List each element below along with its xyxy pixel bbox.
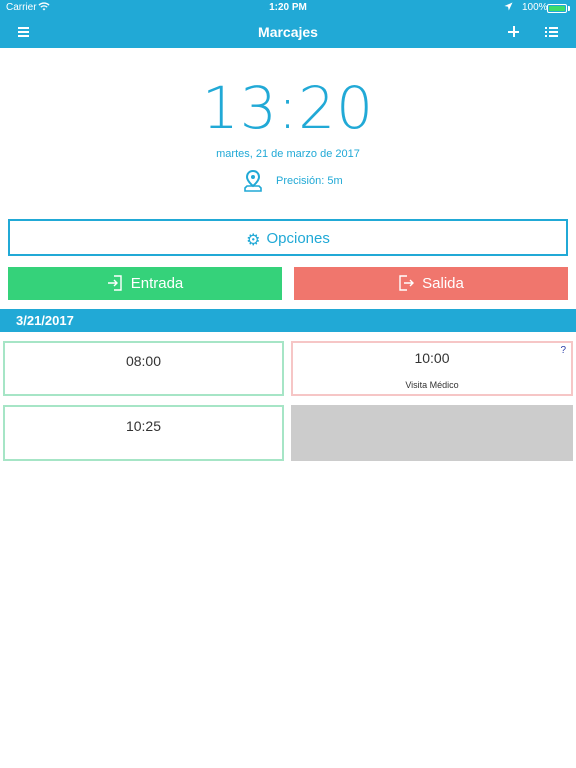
record-time: 10:00 [414, 350, 450, 366]
options-button[interactable]: ⚙ Opciones [8, 219, 568, 256]
clock-time: 13:20 [201, 74, 375, 142]
question-mark-icon[interactable]: ? [560, 345, 566, 356]
record-card[interactable]: 08:00 [3, 341, 284, 396]
page-title: Marcajes [258, 24, 318, 40]
options-label: Opciones [266, 230, 330, 247]
record-card[interactable]: 10:00 Visita Médico ? [291, 341, 573, 396]
map-pin-icon [244, 169, 262, 192]
day-section-header: 3/21/2017 [0, 309, 576, 332]
battery-icon [547, 4, 567, 13]
entrada-button[interactable]: Entrada [8, 267, 282, 300]
sign-out-icon [399, 275, 415, 291]
battery-percent: 100% [522, 2, 548, 13]
current-date: martes, 21 de marzo de 2017 [216, 148, 360, 160]
entrada-label: Entrada [130, 275, 184, 292]
status-time: 1:20 PM [269, 2, 307, 13]
record-time: 10:25 [125, 418, 162, 434]
salida-label: Salida [422, 275, 464, 292]
record-note: Visita Médico [405, 380, 459, 390]
gear-icon: ⚙ [246, 232, 261, 249]
navigation-bar: Marcajes [0, 16, 576, 48]
list-icon[interactable] [540, 20, 564, 44]
salida-button[interactable]: Salida [294, 267, 568, 300]
plus-icon[interactable] [502, 20, 526, 44]
section-date: 3/21/2017 [16, 313, 74, 328]
location-arrow-icon [504, 2, 513, 13]
record-time: 08:00 [125, 353, 162, 369]
empty-record-slot [291, 405, 573, 461]
record-card[interactable]: 10:25 [3, 405, 284, 461]
sign-in-icon [107, 275, 122, 291]
precision-label: Precisión: 5m [276, 175, 343, 187]
status-bar: Carrier 1:20 PM 100% [0, 0, 576, 16]
